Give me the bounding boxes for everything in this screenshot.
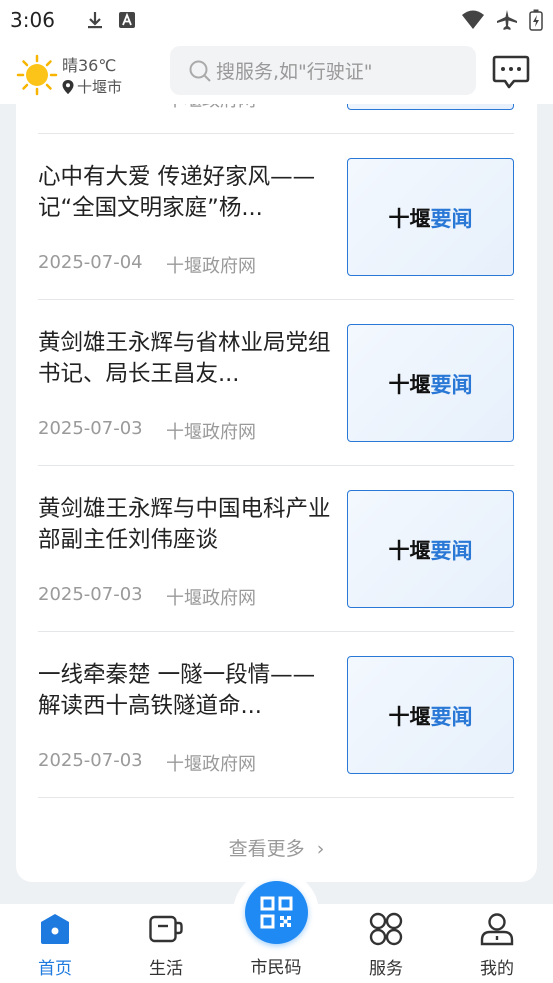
news-source: 十堰政府网: [166, 422, 256, 443]
news-source: 十堰政府网: [166, 256, 256, 277]
search-input[interactable]: 搜服务,如"行驶证": [170, 46, 476, 95]
list-item[interactable]: 黄剑雄王永辉与省林业局党组书记、局长王昌友... 2025-07-03 十堰政府…: [38, 300, 514, 466]
news-date: 2025-07-03: [38, 418, 143, 439]
qr-code-icon: [260, 896, 293, 929]
user-icon: [480, 913, 514, 946]
cup-icon: [149, 915, 183, 943]
news-title: 心中有大爱 传递好家风——记“全国文明家庭”杨...: [38, 164, 316, 221]
citizen-code-button[interactable]: [245, 881, 308, 944]
news-thumbnail: 十堰要闻: [347, 490, 514, 608]
tab-citizen-code-label: 市民码: [250, 958, 302, 978]
weather-city: 十堰市: [62, 76, 122, 97]
tab-services-label: 服务: [369, 959, 403, 979]
message-icon[interactable]: [492, 54, 530, 90]
thumbnail-caption: 十堰要闻: [388, 705, 473, 729]
grid-icon: [369, 912, 403, 946]
tab-services[interactable]: 服务: [346, 912, 426, 982]
list-item[interactable]: 一线牵秦楚 一隧一段情——解读西十高铁隧道命... 2025-07-03 十堰政…: [38, 632, 514, 798]
news-feed[interactable]: 2025-07-04 十堰政府网 心中有大爱 传递好家风——记“全国文明家庭”杨…: [0, 104, 553, 904]
tab-home-label: 首页: [38, 959, 72, 979]
tab-life[interactable]: 生活: [126, 912, 206, 982]
status-bar: 3:06: [0, 0, 553, 40]
news-title: 黄剑雄王永辉与中国电科产业部副主任刘伟座谈: [38, 496, 331, 553]
thumbnail-caption: 十堰要闻: [388, 207, 473, 231]
font-icon: [118, 12, 135, 28]
app-header: 晴36℃ 十堰市 搜服务,如"行驶证": [0, 40, 553, 104]
news-thumbnail: 十堰要闻: [347, 158, 514, 276]
list-item[interactable]: 黄剑雄王永辉与中国电科产业部副主任刘伟座谈 2025-07-03 十堰政府网 十…: [38, 466, 514, 632]
status-icons: [461, 9, 543, 31]
view-more-link[interactable]: 查看更多 ›: [16, 834, 537, 861]
chevron-right-icon: ›: [316, 838, 325, 860]
news-date: 2025-07-04: [38, 104, 143, 107]
city-label: 十堰市: [77, 78, 123, 96]
list-item[interactable]: 2025-07-04 十堰政府网: [38, 104, 514, 134]
download-icon: [87, 12, 102, 29]
search-icon: [189, 60, 211, 82]
tab-life-label: 生活: [149, 959, 183, 979]
news-title: 一线牵秦楚 一隧一段情——解读西十高铁隧道命...: [38, 662, 316, 719]
tab-mine[interactable]: 我的: [457, 912, 537, 982]
news-thumbnail: [347, 104, 514, 110]
news-date: 2025-07-03: [38, 584, 143, 605]
news-source: 十堰政府网: [166, 104, 256, 112]
tab-home[interactable]: 首页: [15, 912, 95, 982]
sun-icon: [16, 54, 58, 96]
news-thumbnail: 十堰要闻: [347, 324, 514, 442]
view-more-label: 查看更多: [228, 838, 305, 860]
home-icon: [41, 914, 69, 944]
weather-temp: 晴36℃: [62, 56, 117, 75]
location-pin-icon: [62, 79, 74, 94]
news-source: 十堰政府网: [166, 754, 256, 775]
news-thumbnail: 十堰要闻: [347, 656, 514, 774]
news-card: 2025-07-04 十堰政府网 心中有大爱 传递好家风——记“全国文明家庭”杨…: [16, 104, 537, 882]
search-placeholder: 搜服务,如"行驶证": [216, 61, 373, 83]
battery-icon: [529, 9, 543, 31]
news-title: 黄剑雄王永辉与省林业局党组书记、局长王昌友...: [38, 330, 331, 387]
list-item[interactable]: 心中有大爱 传递好家风——记“全国文明家庭”杨... 2025-07-04 十堰…: [38, 134, 514, 300]
status-time: 3:06: [10, 8, 55, 32]
tab-mine-label: 我的: [480, 959, 514, 979]
thumbnail-caption: 十堰要闻: [388, 373, 473, 397]
news-source: 十堰政府网: [166, 588, 256, 609]
news-date: 2025-07-03: [38, 750, 143, 771]
wifi-icon: [462, 10, 484, 29]
airplane-icon: [497, 10, 517, 30]
thumbnail-caption: 十堰要闻: [388, 539, 473, 563]
news-date: 2025-07-04: [38, 252, 143, 273]
weather-widget[interactable]: 晴36℃ 十堰市: [16, 48, 156, 98]
